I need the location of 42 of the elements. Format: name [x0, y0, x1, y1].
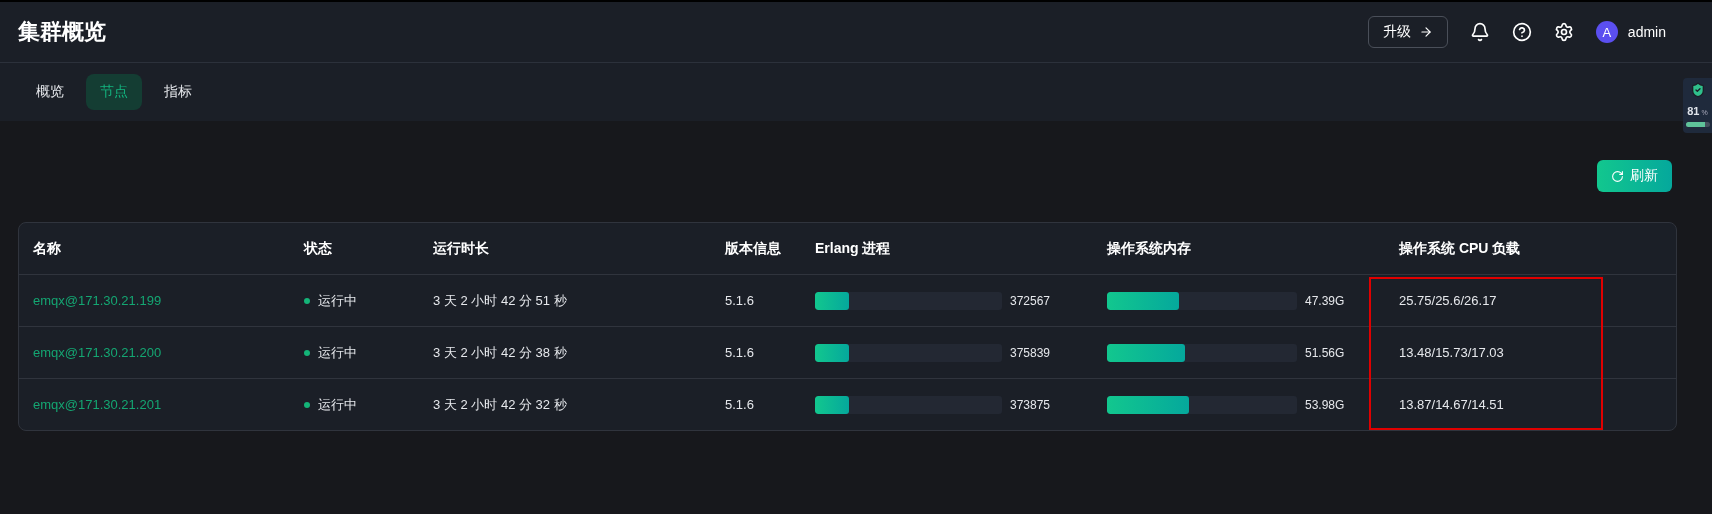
version-text: 5.1.6 — [725, 293, 754, 308]
version-text: 5.1.6 — [725, 397, 754, 412]
tab[interactable]: 节点 — [86, 74, 142, 110]
arrow-right-icon — [1418, 25, 1433, 39]
memory-value: 53.98G — [1305, 397, 1345, 412]
process-count: 373875 — [1010, 397, 1051, 412]
memory-value: 51.56G — [1305, 345, 1345, 360]
process-count: 372567 — [1010, 293, 1051, 308]
uptime-text: 3 天 2 小时 42 分 32 秒 — [433, 396, 567, 412]
cpu-load-text: 25.75/25.6/26.17 — [1399, 293, 1497, 308]
uptime-text: 3 天 2 小时 42 分 38 秒 — [433, 344, 567, 360]
column-header: 运行时长 — [419, 223, 711, 275]
column-header: Erlang 进程 — [801, 223, 1093, 275]
uptime-text: 3 天 2 小时 42 分 51 秒 — [433, 292, 567, 308]
refresh-icon — [1611, 169, 1624, 183]
column-header: 操作系统内存 — [1093, 223, 1385, 275]
upgrade-button[interactable]: 升级 — [1367, 16, 1448, 48]
column-header: 状态 — [290, 223, 419, 275]
memory-value: 47.39G — [1305, 293, 1345, 308]
user-avatar[interactable]: A — [1595, 21, 1618, 43]
shield-check-icon — [1689, 82, 1706, 98]
column-header: 操作系统 CPU 负载 — [1385, 223, 1676, 275]
version-text: 5.1.6 — [725, 345, 754, 360]
node-link[interactable]: emqx@171.30.21.200 — [33, 345, 162, 360]
column-header: 名称 — [19, 223, 290, 275]
status-text: 运行中 — [318, 291, 357, 310]
cpu-load-text: 13.48/15.73/17.03 — [1399, 345, 1504, 360]
score-value: 81 — [1687, 105, 1700, 117]
process-count: 375839 — [1010, 345, 1051, 360]
tab[interactable]: 指标 — [150, 74, 206, 110]
node-link[interactable]: emqx@171.30.21.199 — [33, 293, 162, 308]
user-name[interactable]: admin — [1627, 24, 1666, 40]
status-text: 运行中 — [318, 395, 357, 414]
bell-icon[interactable] — [1469, 22, 1490, 42]
help-icon[interactable] — [1511, 22, 1532, 42]
tab[interactable]: 概览 — [22, 74, 78, 110]
page-title: 集群概览 — [18, 18, 106, 46]
status-text: 运行中 — [318, 343, 357, 362]
settings-icon[interactable] — [1553, 22, 1574, 42]
column-header: 版本信息 — [711, 223, 801, 275]
cpu-load-text: 13.87/14.67/14.51 — [1399, 397, 1504, 412]
node-link[interactable]: emqx@171.30.21.201 — [33, 397, 162, 412]
